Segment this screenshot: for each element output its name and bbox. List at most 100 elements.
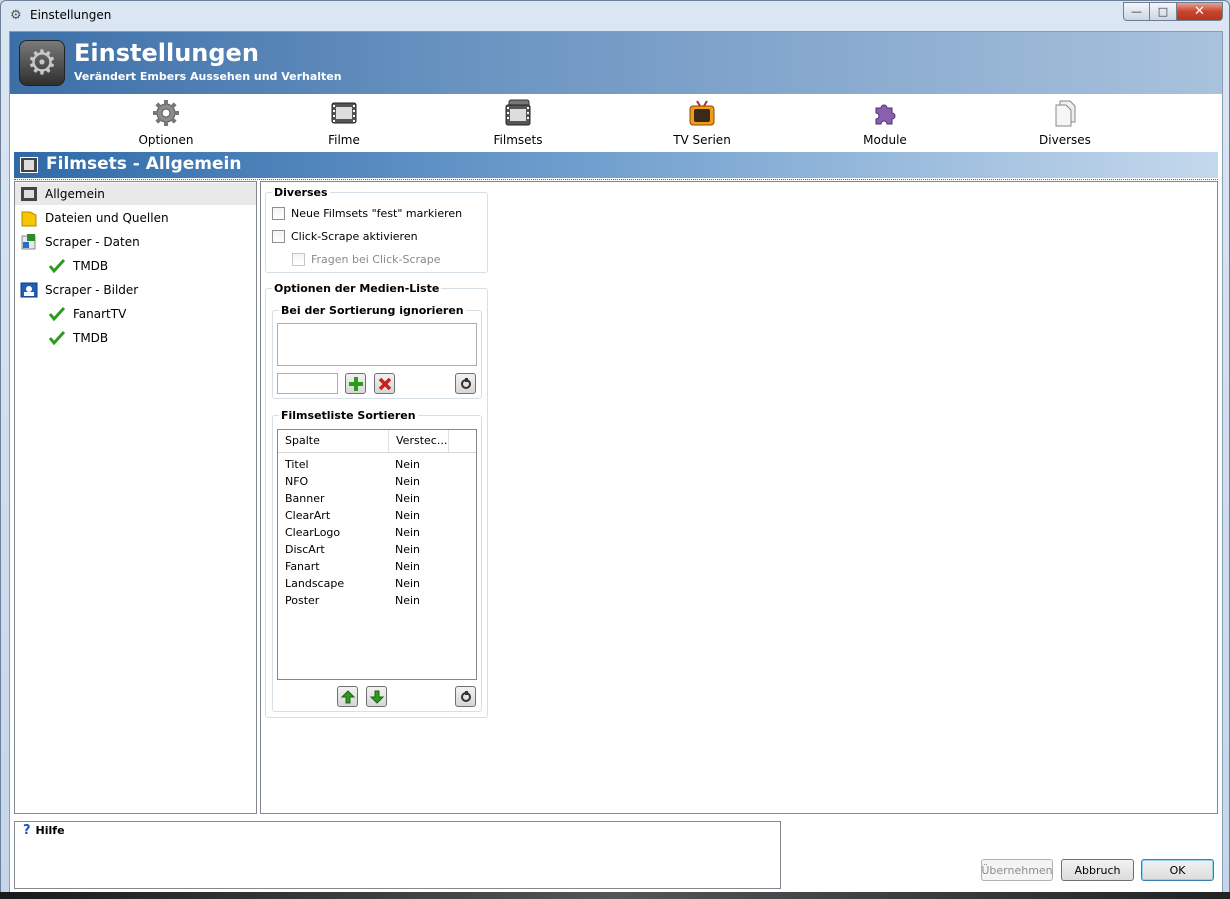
arrow-down-icon xyxy=(369,690,384,704)
settings-panel: Diverses Neue Filmsets "fest" markieren … xyxy=(260,181,1218,814)
title-bar[interactable]: ⚙ Einstellungen — □ ✕ xyxy=(1,1,1229,31)
cell-spalte: ClearLogo xyxy=(285,526,341,539)
list-item[interactable]: NFO Nein xyxy=(278,473,476,490)
move-up-button[interactable] xyxy=(337,686,358,707)
list-item[interactable]: DiscArt Nein xyxy=(278,541,476,558)
reset-sort-button[interactable] xyxy=(455,686,476,707)
tree-item-dateien[interactable]: Dateien und Quellen xyxy=(20,207,169,229)
list-item[interactable]: Titel Nein xyxy=(278,456,476,473)
list-item[interactable]: ClearArt Nein xyxy=(278,507,476,524)
checkbox[interactable] xyxy=(272,230,285,243)
cell-spalte: NFO xyxy=(285,475,309,488)
cell-versteckt: Nein xyxy=(395,475,421,488)
checkbox-label: Click-Scrape aktivieren xyxy=(291,230,418,243)
sort-group: Filmsetliste Sortieren Spalte Versteс...… xyxy=(272,409,482,712)
tree-item-label: Allgemein xyxy=(45,187,105,201)
remove-button[interactable] xyxy=(374,373,395,394)
tree-item-label: Scraper - Bilder xyxy=(45,283,139,297)
reset-icon xyxy=(460,690,471,702)
settings-window: ⚙ Einstellungen — □ ✕ ⚙ Einstellungen Ve… xyxy=(0,0,1230,899)
client-area: ⚙ Einstellungen Verändert Embers Aussehe… xyxy=(9,31,1223,893)
toolbar-item-module[interactable]: Module xyxy=(835,99,935,147)
tv-icon xyxy=(689,100,715,126)
plus-icon xyxy=(348,376,363,391)
cell-spalte: ClearArt xyxy=(285,509,331,522)
checkbox[interactable] xyxy=(272,207,285,220)
sort-list[interactable]: Spalte Versteс... Titel Nein NFO Nein Ba… xyxy=(277,429,477,680)
ok-button[interactable]: OK xyxy=(1141,859,1214,881)
diverses-group: Diverses Neue Filmsets "fest" markieren … xyxy=(265,186,488,273)
page-subtitle: Verändert Embers Aussehen und Verhalten xyxy=(74,70,342,83)
list-item[interactable]: Fanart Nein xyxy=(278,558,476,575)
list-item[interactable]: Landscape Nein xyxy=(278,575,476,592)
toolbar-item-tv-serien[interactable]: TV Serien xyxy=(652,99,752,147)
film-icon xyxy=(21,187,37,201)
toolbar-item-filme[interactable]: Filme xyxy=(294,99,394,147)
check-icon xyxy=(48,330,66,346)
scraper-images-icon xyxy=(20,282,38,298)
column-header-versteckt[interactable]: Versteс... xyxy=(389,430,449,452)
list-item[interactable]: Banner Nein xyxy=(278,490,476,507)
cell-versteckt: Nein xyxy=(395,594,421,607)
checkbox-label: Fragen bei Click-Scrape xyxy=(311,253,441,266)
option-fest-markieren[interactable]: Neue Filmsets "fest" markieren xyxy=(272,207,462,220)
delete-icon xyxy=(378,377,391,390)
toolbar-item-filmsets[interactable]: Filmsets xyxy=(468,99,568,147)
help-panel: ? Hilfe xyxy=(14,821,781,889)
add-button[interactable] xyxy=(345,373,366,394)
documents-icon xyxy=(1055,100,1076,127)
ignore-group: Bei der Sortierung ignorieren xyxy=(272,304,482,399)
toolbar-item-optionen[interactable]: Optionen xyxy=(116,99,216,147)
ignore-list[interactable] xyxy=(277,323,477,366)
column-header-spalte[interactable]: Spalte xyxy=(278,430,389,452)
group-title: Optionen der Medien-Liste xyxy=(272,282,442,295)
tree-item-allgemein[interactable]: Allgemein xyxy=(15,183,256,205)
reset-button[interactable] xyxy=(455,373,476,394)
toolbar-label: Filmsets xyxy=(493,133,543,147)
tree-item-label: FanartTV xyxy=(73,307,127,321)
tree-item-scraper-daten[interactable]: Scraper - Daten xyxy=(20,231,140,253)
toolbar-label: Diverses xyxy=(1039,133,1091,147)
cell-spalte: Fanart xyxy=(285,560,320,573)
minimize-button[interactable]: — xyxy=(1123,2,1150,21)
list-item[interactable]: Poster Nein xyxy=(278,592,476,609)
check-icon xyxy=(48,306,66,322)
list-header: Spalte Versteс... xyxy=(278,430,476,453)
option-click-scrape[interactable]: Click-Scrape aktivieren xyxy=(272,230,418,243)
tree-item-scraper-bilder[interactable]: Scraper - Bilder xyxy=(20,279,138,301)
cancel-button[interactable]: Abbruch xyxy=(1061,859,1134,881)
close-button[interactable]: ✕ xyxy=(1177,2,1223,21)
settings-gear-icon: ⚙ xyxy=(19,40,65,86)
category-toolbar: Optionen Filme Filmsets TV Serien Module… xyxy=(10,95,1222,149)
cell-versteckt: Nein xyxy=(395,458,421,471)
toolbar-label: TV Serien xyxy=(673,133,731,147)
page-title: Einstellungen xyxy=(74,39,259,67)
ignore-input[interactable] xyxy=(277,373,338,394)
filmsets-icon xyxy=(505,99,531,126)
window-title: Einstellungen xyxy=(30,8,112,22)
list-item[interactable]: ClearLogo Nein xyxy=(278,524,476,541)
maximize-button[interactable]: □ xyxy=(1150,2,1177,21)
checkbox xyxy=(292,253,305,266)
scraper-data-icon xyxy=(21,234,36,250)
help-label: Hilfe xyxy=(35,824,65,837)
apply-button[interactable]: Übernehmen xyxy=(981,859,1053,881)
group-title: Filmsetliste Sortieren xyxy=(279,409,418,422)
reset-icon xyxy=(460,377,471,389)
tree-item-tmdb-daten[interactable]: TMDB xyxy=(48,255,108,277)
cell-spalte: DiscArt xyxy=(285,543,325,556)
tree-item-fanarttv[interactable]: FanartTV xyxy=(48,303,126,325)
toolbar-label: Filme xyxy=(328,133,360,147)
section-title: Filmsets - Allgemein xyxy=(46,154,242,174)
help-title: ? Hilfe xyxy=(23,823,65,838)
toolbar-label: Module xyxy=(863,133,907,147)
cell-spalte: Banner xyxy=(285,492,325,505)
tree-item-label: TMDB xyxy=(73,331,109,345)
window-controls: — □ ✕ xyxy=(1123,2,1223,21)
divider xyxy=(14,179,1218,180)
tree-item-tmdb-bilder[interactable]: TMDB xyxy=(48,327,108,349)
toolbar-item-diverses[interactable]: Diverses xyxy=(1015,99,1115,147)
settings-tree: Allgemein Dateien und Quellen Scraper - … xyxy=(14,181,257,814)
move-down-button[interactable] xyxy=(366,686,387,707)
cell-versteckt: Nein xyxy=(395,509,421,522)
